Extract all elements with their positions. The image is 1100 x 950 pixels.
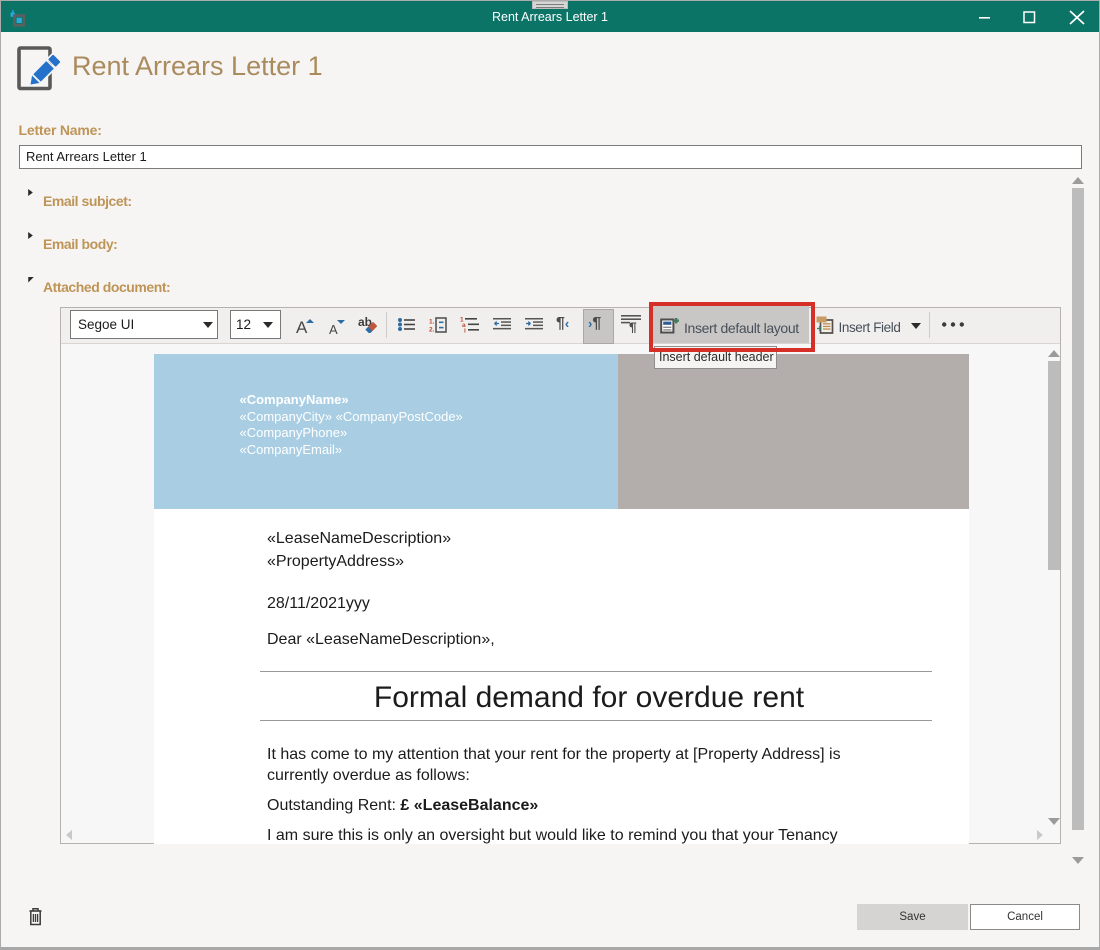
svg-text:i: i bbox=[464, 328, 466, 334]
svg-text:2.: 2. bbox=[429, 327, 435, 334]
svg-text:¶: ¶ bbox=[629, 319, 637, 333]
svg-text:1.: 1. bbox=[429, 319, 435, 326]
